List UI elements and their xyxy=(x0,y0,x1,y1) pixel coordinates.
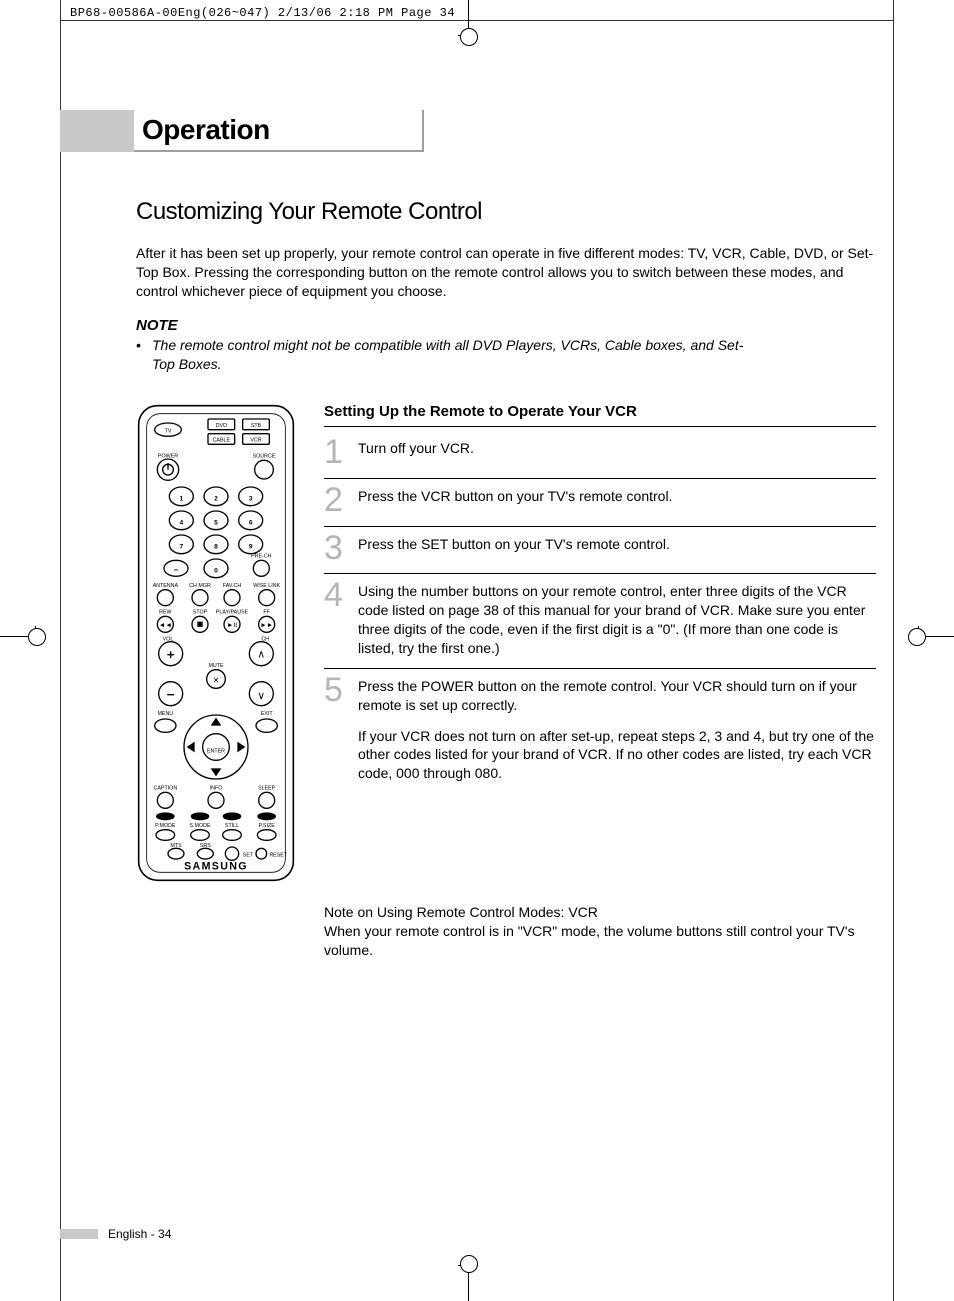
source-label: SOURCE xyxy=(253,454,276,460)
step-number: 3 xyxy=(324,533,348,564)
svg-text:SET: SET xyxy=(243,853,254,859)
section-header: Operation xyxy=(60,110,876,152)
svg-text:6: 6 xyxy=(249,520,253,527)
step-text: Press the SET button on your TV's remote… xyxy=(358,533,670,564)
svg-text:FAV.CH: FAV.CH xyxy=(223,583,242,589)
step-item: 4 Using the number buttons on your remot… xyxy=(324,574,876,669)
step-text: Press the VCR button on your TV's remote… xyxy=(358,485,672,516)
svg-text:WISE LINK: WISE LINK xyxy=(253,583,280,589)
mode-note: Note on Using Remote Control Modes: VCR … xyxy=(324,903,876,960)
crop-mark-top xyxy=(468,0,469,36)
svg-text:EXIT: EXIT xyxy=(261,711,274,717)
note-label: NOTE xyxy=(136,317,876,334)
svg-text:FF: FF xyxy=(263,610,270,616)
step-text: Press the POWER button on the remote con… xyxy=(358,675,876,783)
steps-column: Setting Up the Remote to Operate Your VC… xyxy=(324,403,876,959)
svg-text:7: 7 xyxy=(179,544,183,551)
svg-text:STILL: STILL xyxy=(225,823,239,829)
footer-text: English - 34 xyxy=(108,1227,171,1241)
remote-brand: SAMSUNG xyxy=(184,861,248,873)
step-number: 1 xyxy=(324,437,348,468)
crop-trim-left xyxy=(60,0,61,1301)
page-content: Operation Customizing Your Remote Contro… xyxy=(78,110,876,1241)
svg-text:9: 9 xyxy=(249,544,253,551)
svg-text:P.SIZE: P.SIZE xyxy=(259,823,276,829)
steps-heading: Setting Up the Remote to Operate Your VC… xyxy=(324,403,876,427)
svg-text:1: 1 xyxy=(179,496,183,503)
svg-text:RESET: RESET xyxy=(269,853,288,859)
svg-text:STOP: STOP xyxy=(193,610,208,616)
two-column-layout: TV DVD STB CABLE VCR POWER SOURCE xyxy=(136,403,876,959)
page-footer: English - 34 xyxy=(78,1227,171,1241)
crop-mark-bottom xyxy=(468,1265,469,1301)
svg-text:+: + xyxy=(167,647,175,662)
svg-text:ANTENNA: ANTENNA xyxy=(153,583,179,589)
crop-trim-right xyxy=(893,0,894,1301)
section-title: Operation xyxy=(142,114,270,146)
svg-text:MUTE: MUTE xyxy=(208,663,224,669)
svg-text:CH MGR: CH MGR xyxy=(189,583,211,589)
step-item: 5 Press the POWER button on the remote c… xyxy=(324,669,876,793)
svg-text:0: 0 xyxy=(214,568,218,575)
svg-text:PRE-CH: PRE-CH xyxy=(251,554,272,560)
mode-tv-label: TV xyxy=(165,429,172,435)
svg-text:✕: ✕ xyxy=(213,676,220,685)
svg-text:S.MODE: S.MODE xyxy=(189,823,210,829)
mode-note-body: When your remote control is in "VCR" mod… xyxy=(324,922,876,960)
svg-text:∨: ∨ xyxy=(257,690,265,702)
svg-text:CAPTION: CAPTION xyxy=(153,786,177,792)
intro-paragraph: After it has been set up properly, your … xyxy=(136,244,876,301)
crop-mark-right xyxy=(918,636,954,637)
mode-stb-label: STB xyxy=(251,423,262,429)
svg-text:INFO: INFO xyxy=(210,786,223,792)
print-job-header: BP68-00586A-00Eng(026~047) 2/13/06 2:18 … xyxy=(70,6,455,20)
step-number: 2 xyxy=(324,485,348,516)
step-number: 4 xyxy=(324,580,348,658)
svg-text:2: 2 xyxy=(214,496,218,503)
page-subtitle: Customizing Your Remote Control xyxy=(136,198,876,226)
svg-text:◄◄: ◄◄ xyxy=(159,622,172,629)
svg-text:8: 8 xyxy=(214,544,218,551)
svg-text:ENTER: ENTER xyxy=(207,749,225,755)
svg-text:4: 4 xyxy=(179,520,183,527)
svg-text:MENU: MENU xyxy=(157,711,173,717)
svg-text:SLEEP: SLEEP xyxy=(258,786,276,792)
svg-text:P.MODE: P.MODE xyxy=(155,823,176,829)
footer-accent xyxy=(60,1229,98,1239)
mode-dvd-label: DVD xyxy=(216,423,227,429)
step-item: 1 Turn off your VCR. xyxy=(324,431,876,479)
step-text: Using the number buttons on your remote … xyxy=(358,580,876,658)
content-area: Customizing Your Remote Control After it… xyxy=(78,198,876,960)
svg-text:−: − xyxy=(167,687,175,702)
svg-text:−: − xyxy=(174,566,179,575)
svg-text:►II: ►II xyxy=(227,622,237,629)
mode-vcr-label: VCR xyxy=(250,438,261,444)
step-item: 2 Press the VCR button on your TV's remo… xyxy=(324,479,876,527)
svg-text:5: 5 xyxy=(214,520,218,527)
mode-note-title: Note on Using Remote Control Modes: VCR xyxy=(324,903,876,922)
remote-illustration: TV DVD STB CABLE VCR POWER SOURCE xyxy=(136,403,296,959)
section-accent-bar xyxy=(60,110,134,152)
crop-trim-top xyxy=(60,20,894,21)
step-number: 5 xyxy=(324,675,348,783)
step-text: Turn off your VCR. xyxy=(358,437,474,468)
svg-text:►►: ►► xyxy=(260,622,273,629)
step-item: 3 Press the SET button on your TV's remo… xyxy=(324,527,876,575)
svg-text:PLAY/PAUSE: PLAY/PAUSE xyxy=(216,610,249,616)
svg-text:REW: REW xyxy=(159,610,172,616)
remote-control-svg: TV DVD STB CABLE VCR POWER SOURCE xyxy=(136,403,296,883)
crop-mark-left xyxy=(0,636,36,637)
mode-cable-label: CABLE xyxy=(213,438,231,444)
note-body: The remote control might not be compatib… xyxy=(136,336,746,374)
svg-text:3: 3 xyxy=(249,496,253,503)
section-title-wrap: Operation xyxy=(134,110,424,152)
svg-text:∧: ∧ xyxy=(257,649,265,661)
